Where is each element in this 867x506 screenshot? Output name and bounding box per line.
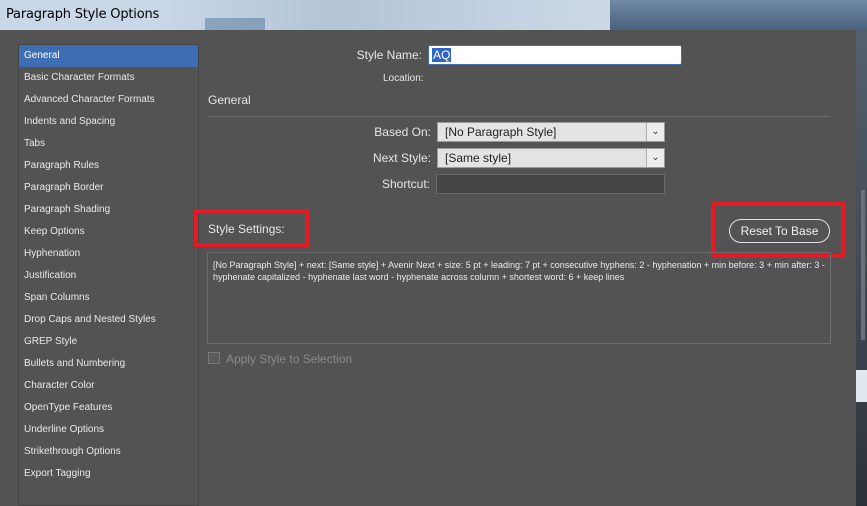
sidebar-item-underline-options[interactable]: Underline Options — [19, 419, 198, 441]
background-window-edge — [856, 30, 867, 506]
background-scrollbar — [861, 190, 865, 340]
sidebar-item-opentype-features[interactable]: OpenType Features — [19, 397, 198, 419]
sidebar-item-character-color[interactable]: Character Color — [19, 375, 198, 397]
annotation-highlight-box — [711, 202, 845, 258]
shortcut-label: Shortcut: — [381, 177, 430, 191]
sidebar-item-paragraph-border[interactable]: Paragraph Border — [19, 177, 198, 199]
style-name-value: AQ — [432, 48, 452, 62]
checkbox-box[interactable] — [208, 352, 220, 364]
window-title: Paragraph Style Options — [6, 7, 160, 22]
category-list: General Basic Character Formats Advanced C… — [18, 44, 199, 506]
apply-style-checkbox[interactable]: Apply Style to Selection — [208, 352, 352, 366]
chevron-down-icon[interactable]: ⌄ — [646, 149, 664, 167]
based-on-value: [No Paragraph Style] — [445, 125, 557, 139]
sidebar-item-bullets-and-numbering[interactable]: Bullets and Numbering — [19, 353, 198, 375]
background-window-area — [205, 18, 265, 30]
sidebar-item-justification[interactable]: Justification — [19, 265, 198, 287]
sidebar-item-hyphenation[interactable]: Hyphenation — [19, 243, 198, 265]
sidebar-item-general[interactable]: General — [19, 45, 198, 67]
location-label: Location: — [383, 73, 424, 84]
style-name-input[interactable]: AQ — [428, 45, 682, 65]
next-style-select[interactable]: [Same style] ⌄ — [437, 148, 665, 168]
sidebar-item-basic-character-formats[interactable]: Basic Character Formats — [19, 67, 198, 89]
chevron-down-icon[interactable]: ⌄ — [646, 123, 664, 141]
sidebar-item-keep-options[interactable]: Keep Options — [19, 221, 198, 243]
annotation-highlight-box — [194, 209, 309, 247]
sidebar-item-export-tagging[interactable]: Export Tagging — [19, 463, 198, 485]
shortcut-input[interactable] — [436, 174, 665, 194]
sidebar-item-span-columns[interactable]: Span Columns — [19, 287, 198, 309]
sidebar-item-drop-caps-and-nested-styles[interactable]: Drop Caps and Nested Styles — [19, 309, 198, 331]
sidebar-item-paragraph-shading[interactable]: Paragraph Shading — [19, 199, 198, 221]
sidebar-item-advanced-character-formats[interactable]: Advanced Character Formats — [19, 89, 198, 111]
sidebar-item-paragraph-rules[interactable]: Paragraph Rules — [19, 155, 198, 177]
sidebar-item-grep-style[interactable]: GREP Style — [19, 331, 198, 353]
sidebar-item-indents-and-spacing[interactable]: Indents and Spacing — [19, 111, 198, 133]
title-bar: Paragraph Style Options — [0, 0, 867, 30]
sidebar-item-tabs[interactable]: Tabs — [19, 133, 198, 155]
style-settings-text: [No Paragraph Style] + next: [Same style… — [207, 252, 831, 344]
based-on-label: Based On: — [374, 125, 431, 139]
background-highlight — [856, 370, 867, 402]
background-window-area — [610, 0, 867, 30]
sidebar-item-strikethrough-options[interactable]: Strikethrough Options — [19, 441, 198, 463]
based-on-select[interactable]: [No Paragraph Style] ⌄ — [437, 122, 665, 142]
style-name-label: Style Name: — [356, 48, 422, 62]
section-divider — [208, 116, 830, 117]
apply-style-label: Apply Style to Selection — [226, 352, 353, 366]
next-style-label: Next Style: — [372, 151, 431, 165]
next-style-value: [Same style] — [445, 151, 512, 165]
section-title: General — [208, 93, 251, 107]
